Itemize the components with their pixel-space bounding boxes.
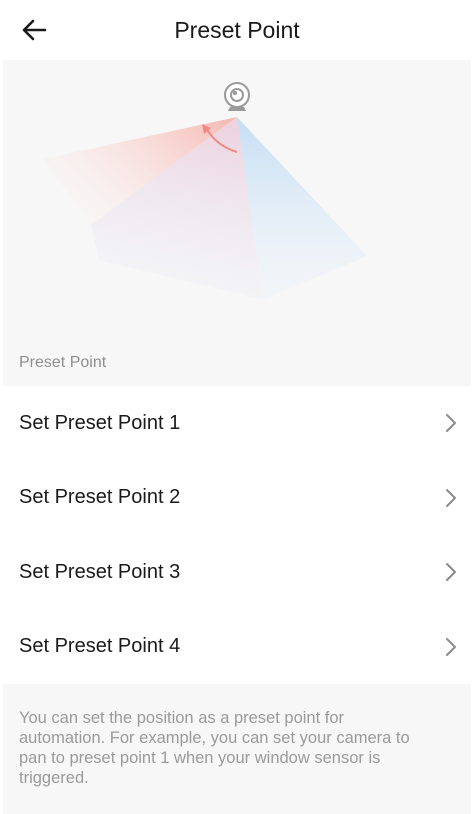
info-note: You can set the position as a preset poi…: [3, 684, 471, 814]
chevron-right-icon: [444, 412, 458, 434]
preset-list: Set Preset Point 1 Set Preset Point 2 Se…: [0, 386, 474, 684]
chevron-right-icon: [444, 636, 458, 658]
header-bar: Preset Point: [0, 0, 474, 60]
preset-point-3-label: Set Preset Point 3: [19, 560, 181, 583]
preset-point-3-item[interactable]: Set Preset Point 3: [0, 535, 474, 610]
chevron-right-icon: [444, 561, 458, 583]
section-label: Preset Point: [19, 354, 107, 371]
preset-point-4-label: Set Preset Point 4: [19, 635, 181, 658]
preset-point-1-label: Set Preset Point 1: [19, 411, 181, 434]
chevron-right-icon: [444, 487, 458, 509]
info-note-text: You can set the position as a preset poi…: [19, 709, 410, 787]
page-title: Preset Point: [174, 17, 300, 43]
preset-point-1-item[interactable]: Set Preset Point 1: [0, 386, 474, 461]
preset-illustration: Preset Point: [3, 60, 471, 386]
preset-point-4-item[interactable]: Set Preset Point 4: [0, 609, 474, 684]
camera-icon: [224, 82, 250, 111]
preset-point-2-item[interactable]: Set Preset Point 2: [0, 460, 474, 535]
preset-point-2-label: Set Preset Point 2: [19, 486, 181, 509]
